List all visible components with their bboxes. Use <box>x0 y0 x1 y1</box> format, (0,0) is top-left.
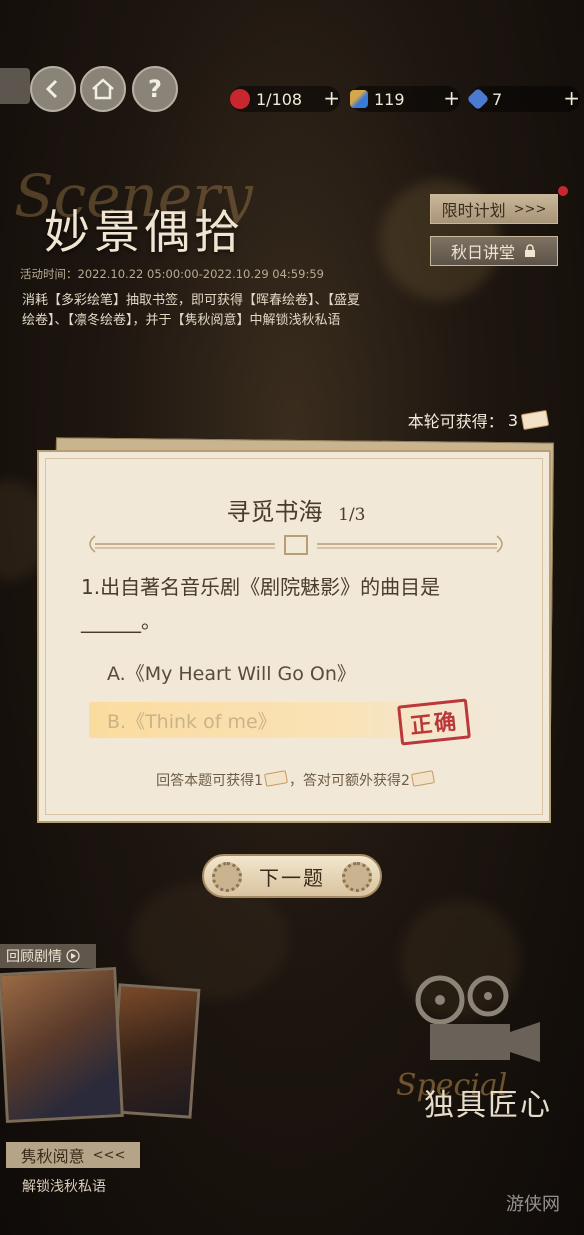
back-button[interactable] <box>30 66 76 112</box>
round-reward-label: 本轮可获得： <box>407 412 504 431</box>
bokeh-light <box>130 880 290 1000</box>
resource-value: 1/108 <box>256 89 303 109</box>
left-tab <box>0 68 30 104</box>
arrows-icon: <<< <box>92 1147 126 1163</box>
event-description: 消耗【多彩绘笔】抽取书签，即可获得【晖春绘卷】、【盛夏绘卷】、【凛冬绘卷】，并于… <box>22 293 361 328</box>
quiz-title-text: 寻觅书海 <box>226 498 323 526</box>
gear-icon <box>342 862 372 892</box>
reward-note-part1: 回答本题可获得1 <box>156 773 263 789</box>
craft-title[interactable]: 独具匠心 <box>424 1080 552 1124</box>
top-bar: ? 1/108 + 119 + 7 + <box>0 62 584 118</box>
home-icon <box>92 78 114 100</box>
ornament-divider <box>89 535 503 555</box>
reward-note-part2: ，答对可额外获得2 <box>289 773 410 789</box>
review-story-label: 回顾剧情 <box>6 949 62 965</box>
resource-brush: 119 + <box>350 86 460 112</box>
notification-dot <box>558 186 568 196</box>
help-button[interactable]: ? <box>132 66 178 112</box>
story-card-thumbnail[interactable] <box>109 983 201 1119</box>
home-button[interactable] <box>80 66 126 112</box>
review-story-button[interactable]: 回顾剧情 <box>0 944 96 968</box>
autumn-reading-subtitle: 解锁浅秋私语 <box>22 1179 106 1195</box>
quiz-progress: 1/3 <box>338 505 366 525</box>
correct-stamp: 正确 <box>397 698 471 746</box>
autumn-reading-label: 隽秋阅意 <box>20 1147 85 1166</box>
gear-icon <box>212 862 242 892</box>
gem-icon <box>466 87 490 111</box>
add-gem-button[interactable]: + <box>563 87 580 109</box>
option-a[interactable]: A.《My Heart Will Go On》 <box>89 654 499 690</box>
play-icon <box>66 949 80 963</box>
next-question-label: 下一题 <box>259 865 325 890</box>
add-brush-button[interactable]: + <box>443 87 460 109</box>
autumn-hall-label: 秋日讲堂 <box>450 243 515 262</box>
quiz-question: 1.出自著名音乐剧《剧院魅影》的曲目是______。 <box>81 575 441 633</box>
ticket-icon <box>410 770 435 787</box>
quiz-reward-note: 回答本题可获得1 ，答对可额外获得2 <box>39 770 553 790</box>
watermark: 游侠网 <box>506 1194 560 1215</box>
resource-rose: 1/108 + <box>230 86 340 112</box>
add-rose-button[interactable]: + <box>323 87 340 109</box>
film-camera-icon[interactable] <box>410 970 550 1070</box>
ticket-icon <box>264 770 288 787</box>
event-title: 妙景偶拾 <box>44 205 244 259</box>
limited-plan-button[interactable]: 限时计划 >>> <box>430 194 558 224</box>
resource-value: 119 <box>374 89 405 109</box>
round-reward: 本轮可获得： 3 <box>407 408 550 432</box>
quiz-title: 寻觅书海 1/3 <box>39 492 553 527</box>
brush-icon <box>350 90 368 108</box>
autumn-reading-button[interactable]: 隽秋阅意 <<< <box>6 1142 140 1168</box>
help-icon: ? <box>148 75 162 103</box>
ticket-icon <box>520 409 550 431</box>
rose-icon <box>230 89 250 109</box>
lock-icon <box>525 244 535 257</box>
event-time: 活动时间：2022.10.22 05:00:00-2022.10.29 04:5… <box>20 267 324 281</box>
quiz-card: 寻觅书海 1/3 1.出自著名音乐剧《剧院魅影》的曲目是______。 A.《M… <box>37 450 551 823</box>
arrows-icon: >>> <box>513 201 547 217</box>
next-question-button[interactable]: 下一题 <box>202 854 382 898</box>
limited-plan-label: 限时计划 <box>441 201 506 220</box>
autumn-hall-button[interactable]: 秋日讲堂 <box>430 236 558 266</box>
resource-gem: 7 + <box>466 86 580 112</box>
back-arrow-icon <box>45 79 58 99</box>
story-card-thumbnail[interactable] <box>0 967 124 1123</box>
round-reward-count: 3 <box>507 410 518 430</box>
resource-value: 7 <box>492 89 503 109</box>
